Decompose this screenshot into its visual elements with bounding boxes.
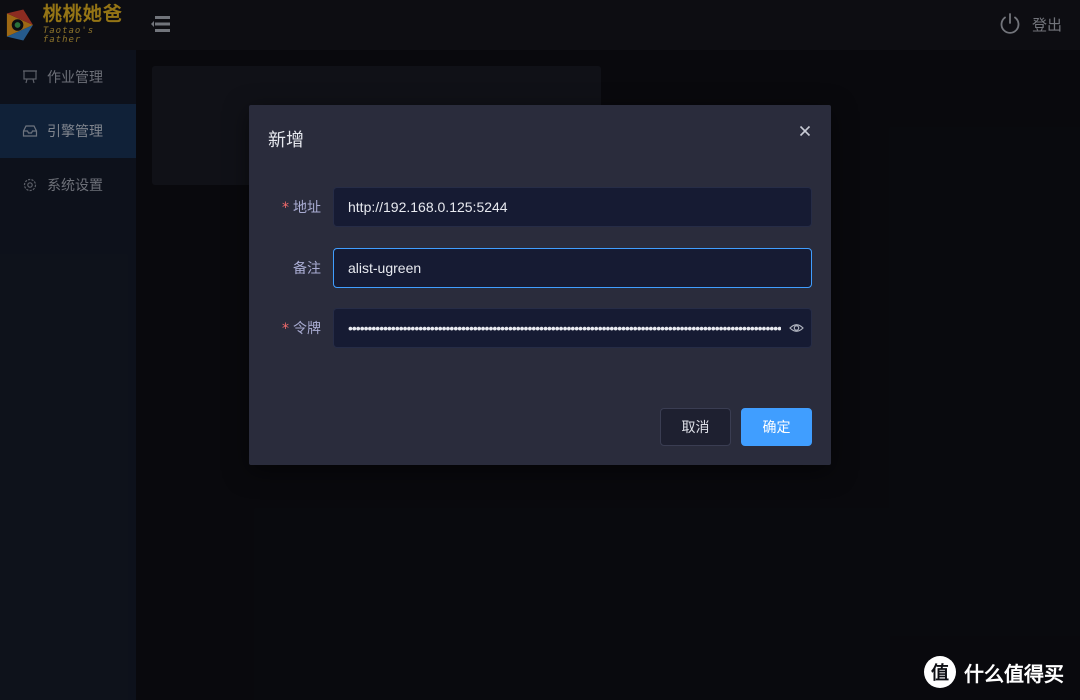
app-window: 桃桃她爸 Taotao's father 登出 作业管理 引擎管理 系统设置 新… (0, 0, 1080, 700)
eye-icon[interactable] (789, 321, 804, 335)
confirm-button[interactable]: 确定 (741, 408, 812, 446)
required-mark: * (282, 200, 289, 216)
form-row-address: * 地址 (249, 187, 831, 227)
remark-label: 备注 (293, 261, 321, 277)
address-label: * 地址 (282, 200, 321, 216)
watermark-logo-icon: 值 (924, 656, 956, 688)
form-row-token: * 令牌 (249, 308, 831, 348)
form-row-remark: 备注 (249, 248, 831, 288)
token-field (333, 308, 812, 348)
site-watermark: 值 什么值得买 (924, 656, 1064, 688)
token-input[interactable] (333, 308, 812, 348)
remark-input[interactable] (333, 248, 812, 288)
watermark-text: 什么值得买 (964, 661, 1064, 686)
cancel-button[interactable]: 取消 (660, 408, 731, 446)
required-mark: * (282, 321, 289, 337)
close-icon[interactable] (798, 124, 812, 138)
add-engine-dialog: 新增 *地址 备注 *令牌 (249, 105, 831, 465)
token-label: * 令牌 (282, 321, 321, 337)
dialog-title: 新增 (268, 130, 304, 151)
address-input[interactable] (333, 187, 812, 227)
